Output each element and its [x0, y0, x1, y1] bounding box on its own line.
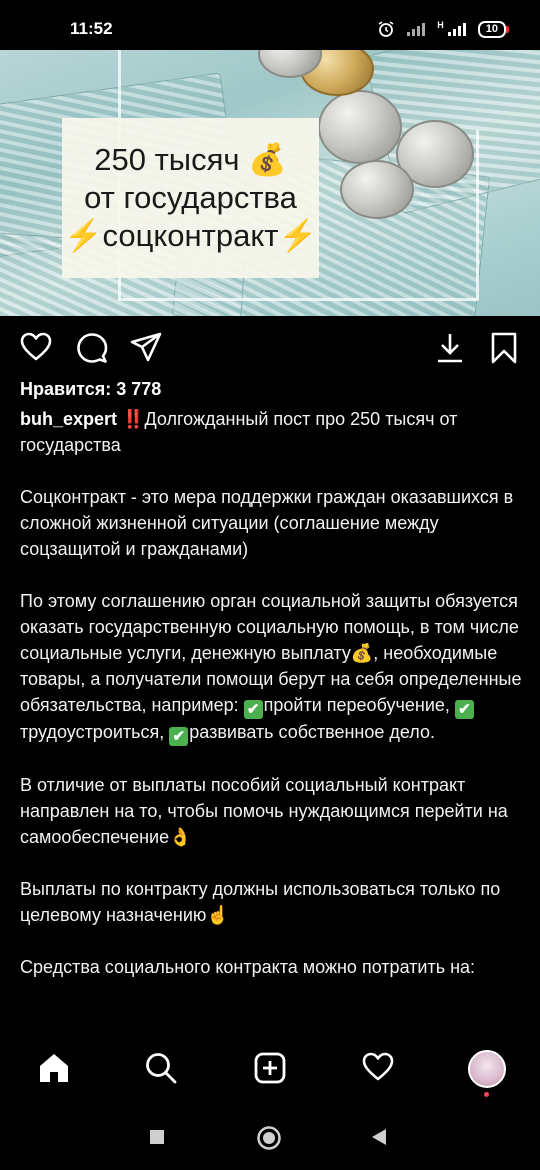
caption-paragraph-3: По этому соглашению орган социальной защ…: [20, 591, 522, 746]
caption-paragraph-2: Соцконтракт - это мера поддержки граждан…: [20, 487, 514, 559]
battery-indicator: 10: [477, 20, 510, 38]
check-mark-emoji: ✔: [243, 700, 263, 719]
notification-dot: [484, 1092, 489, 1097]
caption-paragraph-6: Средства социального контракта можно пот…: [20, 957, 476, 977]
pointing-up-emoji: ☝: [206, 905, 229, 925]
coin-image: [318, 90, 402, 164]
double-exclamation-emoji: ‼️: [122, 409, 145, 429]
bottom-navigation: [0, 1036, 540, 1100]
add-post-icon[interactable]: [254, 1052, 286, 1084]
status-bar: 11:52 H 10: [0, 0, 540, 50]
check-mark-emoji: ✔: [169, 727, 189, 746]
status-time: 11:52: [70, 19, 113, 38]
frame-line: [118, 298, 478, 301]
share-icon[interactable]: [130, 332, 162, 362]
money-bag-emoji: 💰: [350, 643, 374, 663]
username-link[interactable]: buh_expert: [20, 409, 117, 429]
activity-heart-icon[interactable]: [362, 1052, 394, 1082]
comment-icon[interactable]: [76, 332, 108, 364]
recents-square-icon[interactable]: [148, 1128, 166, 1146]
caption-paragraph-5: Выплаты по контракту должны использовать…: [20, 879, 501, 925]
back-triangle-icon[interactable]: [370, 1128, 388, 1146]
lightning-emoji: ⚡: [63, 218, 103, 253]
coin-image: [340, 160, 414, 219]
image-title-line-1: 250 тысяч 💰: [94, 142, 287, 177]
download-icon[interactable]: [436, 332, 464, 364]
post-caption: buh_expert ‼️Долгожданный пост про 250 т…: [20, 406, 525, 1006]
home-circle-icon[interactable]: [256, 1125, 282, 1151]
image-title-card: 250 тысяч 💰 от государства ⚡соцконтракт⚡: [62, 118, 319, 278]
ok-hand-emoji: 👌: [169, 827, 192, 847]
status-icons: H 10: [377, 20, 510, 38]
frame-line: [476, 130, 479, 300]
post-action-bar: [0, 320, 540, 376]
caption-paragraph-4: В отличие от выплаты пособий социальный …: [20, 775, 508, 847]
lightning-emoji: ⚡: [278, 218, 318, 253]
home-icon[interactable]: [38, 1052, 70, 1084]
check-mark-emoji: ✔: [454, 700, 474, 719]
signal-icon-2: [447, 23, 466, 36]
signal-icon-1: [407, 23, 426, 36]
network-type-label: H: [437, 20, 444, 30]
image-title-line-3: ⚡соцконтракт⚡: [63, 218, 318, 253]
alarm-icon: [378, 21, 394, 37]
profile-avatar[interactable]: [468, 1050, 506, 1088]
money-bag-emoji: 💰: [248, 142, 287, 177]
search-icon[interactable]: [145, 1052, 177, 1084]
heart-icon[interactable]: [20, 332, 52, 362]
likes-count[interactable]: Нравится: 3 778: [20, 379, 161, 400]
system-navigation-bar: [0, 1104, 540, 1170]
caption-paragraph-1: buh_expert ‼️Долгожданный пост про 250 т…: [20, 409, 458, 455]
post-image[interactable]: 250 тысяч 💰 от государства ⚡соцконтракт⚡: [0, 50, 540, 316]
bookmark-icon[interactable]: [490, 332, 518, 364]
image-title-line-2: от государства: [84, 180, 297, 215]
